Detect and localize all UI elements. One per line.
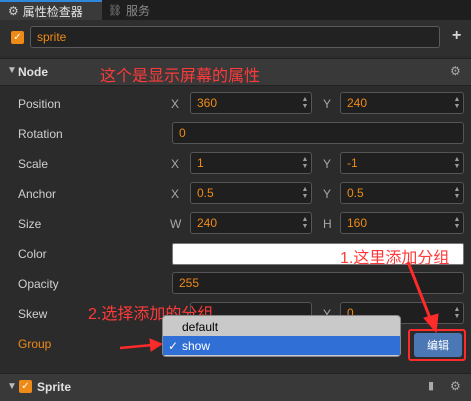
- arrow-to-dropdown-head: [149, 338, 164, 352]
- arrow-to-edit-line: [406, 261, 432, 319]
- sprite-enabled-checkbox[interactable]: ✓: [19, 380, 32, 393]
- option-label: default: [182, 319, 219, 334]
- group-dropdown[interactable]: default ✓ show: [162, 315, 401, 357]
- edit-groups-button[interactable]: 编辑: [414, 333, 462, 357]
- arrow-to-dropdown-line: [119, 343, 153, 350]
- group-option-default[interactable]: default: [163, 317, 400, 336]
- group-option-show[interactable]: ✓ show: [163, 336, 400, 355]
- chevron-down-icon[interactable]: ▼: [7, 381, 17, 392]
- section-title: Sprite: [37, 380, 72, 394]
- option-label: show: [182, 338, 211, 353]
- sprite-section-header[interactable]: ▼ ✓ Sprite ▮ ⚙: [0, 373, 471, 401]
- settings-gear-icon[interactable]: ⚙: [450, 379, 461, 393]
- book-icon[interactable]: ▮: [428, 379, 434, 392]
- check-icon: ✓: [168, 338, 179, 353]
